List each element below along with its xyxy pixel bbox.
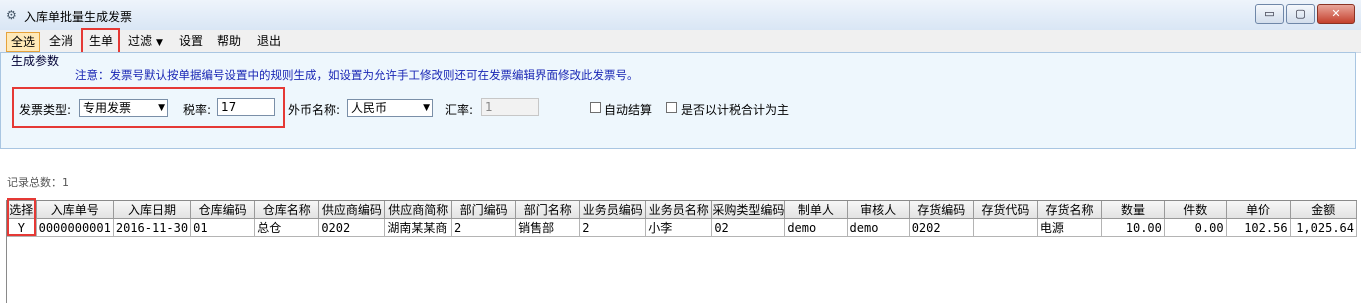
column-header[interactable]: 金额 [1290,201,1357,219]
tax-inclusive-checkbox[interactable] [666,102,677,113]
column-header[interactable]: 部门名称 [515,201,581,219]
column-header[interactable]: 仓库名称 [254,201,320,219]
filter-button[interactable]: 过滤 ▼ [124,32,167,50]
auto-settle-checkbox[interactable] [590,102,601,113]
window-controls: ▭ ▢ ✕ [1255,4,1355,24]
table-header-row: 选择 入库单号 入库日期 仓库编码 仓库名称 供应商编码 供应商简称 部门编码 … [7,201,1357,219]
column-header[interactable]: 供应商简称 [384,201,453,219]
column-header[interactable]: 存货名称 [1037,201,1103,219]
minimize-button[interactable]: ▭ [1255,4,1284,24]
table-cell: 总仓 [254,218,320,237]
receipt-table: 选择 入库单号 入库日期 仓库编码 仓库名称 供应商编码 供应商简称 部门编码 … [7,201,1357,237]
column-header[interactable]: 审核人 [847,201,910,219]
table-cell: 01 [190,218,256,237]
data-grid: 选择 入库单号 入库日期 仓库编码 仓库名称 供应商编码 供应商简称 部门编码 … [6,200,1357,303]
column-header[interactable]: 制单人 [784,201,848,219]
auto-settle-label: 自动结算 [604,103,653,117]
table-cell: 2016-11-30 [113,218,192,237]
currency-select[interactable]: 人民币 ▼ [347,99,433,117]
column-header[interactable]: 业务员编码 [579,201,647,219]
params-legend: 生成参数 [11,54,60,68]
exchange-rate-label: 汇率: [445,103,474,117]
table-cell: 02 [711,218,786,237]
chevron-down-icon: ▼ [423,103,430,113]
filter-label: 过滤 [128,34,153,48]
close-button[interactable]: ✕ [1317,4,1355,24]
table-cell: 0.00 [1164,218,1227,237]
table-cell: 0202 [909,218,974,237]
column-header[interactable]: 数量 [1101,201,1165,219]
column-header[interactable]: 采购类型编码 [711,201,786,219]
table-cell: 销售部 [515,218,581,237]
table-row[interactable]: Y 0000000001 2016-11-30 01 总仓 0202 湖南某某商… [7,218,1357,237]
currency-label: 外币名称: [288,103,341,117]
column-header[interactable]: 业务员名称 [645,201,713,219]
column-header[interactable]: 仓库编码 [190,201,256,219]
exchange-rate-input: 1 [481,98,539,116]
table-cell: 小李 [645,218,713,237]
table-cell: 2 [451,218,517,237]
column-header[interactable]: 件数 [1164,201,1227,219]
table-cell [973,218,1038,237]
dropdown-arrow-icon: ▼ [156,38,163,48]
table-cell: 0000000001 [36,218,114,237]
params-note: 注意：发票号默认按单据编号设置中的规则生成，如设置为允许手工修改则还可在发票编辑… [75,68,639,82]
column-header[interactable]: 存货代码 [973,201,1038,219]
tax-inclusive-label: 是否以计税合计为主 [681,103,790,117]
help-button[interactable]: 帮助 [213,32,245,50]
table-cell: 10.00 [1101,218,1165,237]
column-header[interactable]: 部门编码 [451,201,517,219]
table-cell: 0202 [318,218,386,237]
app-icon: ⚙ [6,8,17,22]
table-cell: 2 [579,218,647,237]
settings-button[interactable]: 设置 [175,32,207,50]
select-column-highlight-box [7,198,36,236]
select-all-button[interactable]: 全选 [6,32,41,52]
exit-button[interactable]: 退出 [253,32,285,50]
table-cell: 湖南某某商 [384,218,453,237]
currency-value: 人民币 [351,101,388,115]
maximize-button[interactable]: ▢ [1286,4,1315,24]
table-cell: 102.56 [1226,218,1291,237]
window-title: 入库单批量生成发票 [24,10,133,24]
table-cell: demo [784,218,848,237]
table-cell: 电源 [1037,218,1103,237]
toolbar: 全选 全消 生单 过滤 ▼ 设置 帮助 退出 [0,30,1361,53]
table-cell: 1,025.64 [1290,218,1357,237]
table-cell: demo [847,218,910,237]
params-highlight-box [12,87,285,128]
column-header[interactable]: 单价 [1226,201,1291,219]
column-header[interactable]: 存货编码 [909,201,974,219]
column-header[interactable]: 供应商编码 [318,201,386,219]
column-header[interactable]: 入库日期 [113,201,192,219]
column-header[interactable]: 入库单号 [36,201,114,219]
record-count: 记录总数：1 [7,176,69,189]
title-bar: ⚙ 入库单批量生成发票 ▭ ▢ ✕ [0,0,1361,31]
clear-all-button[interactable]: 全消 [45,32,77,50]
